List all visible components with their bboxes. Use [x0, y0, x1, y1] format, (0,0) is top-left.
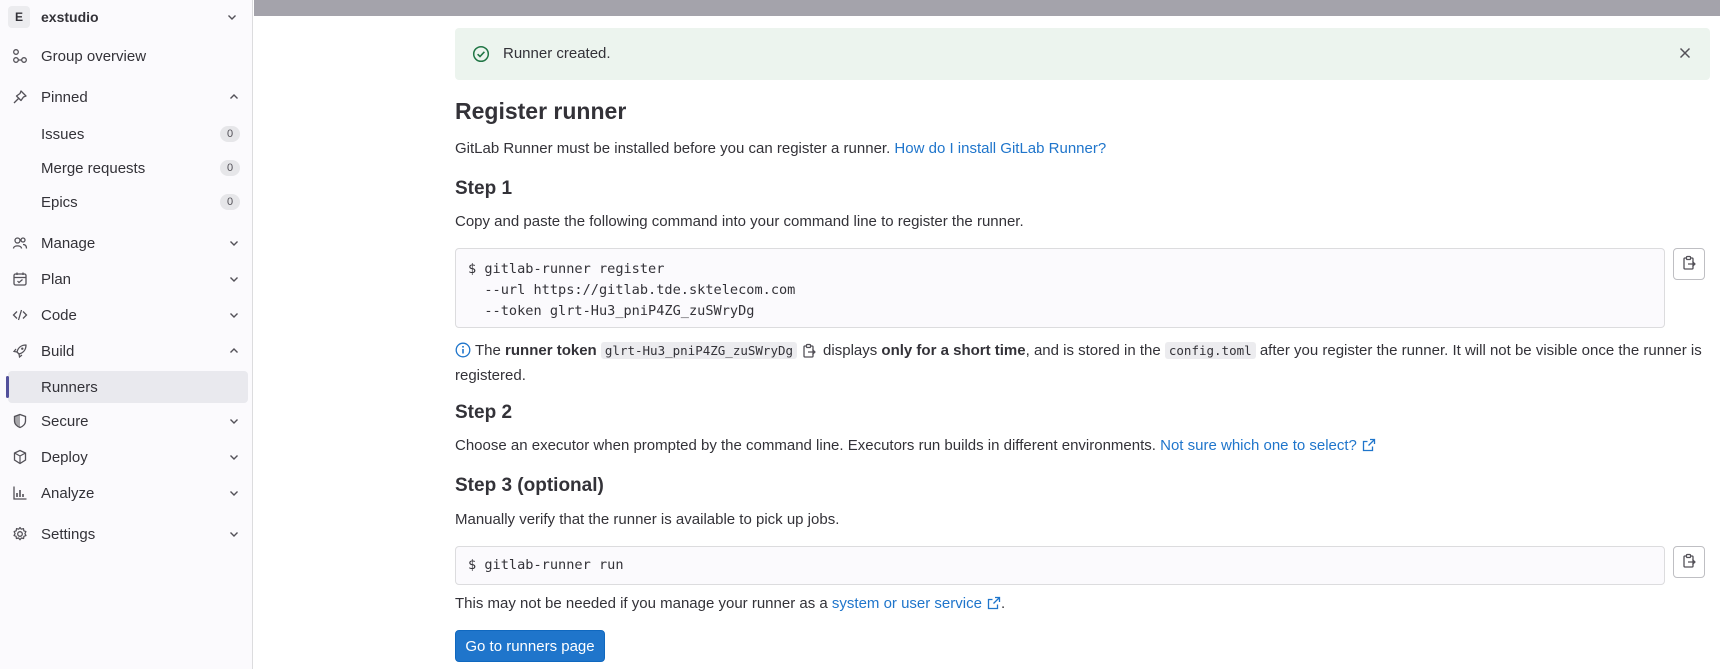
run-command-block[interactable]: $ gitlab-runner run — [455, 546, 1665, 585]
sidebar-item-label: Group overview — [41, 47, 147, 65]
sidebar-item-build[interactable]: Build — [8, 335, 248, 367]
sidebar-item-label: Runners — [41, 378, 98, 396]
sidebar-item-issues[interactable]: Issues 0 — [8, 118, 248, 150]
sidebar-item-analyze[interactable]: Analyze — [8, 477, 248, 509]
copy-icon — [1681, 553, 1697, 572]
group-switcher[interactable]: E exstudio — [8, 4, 246, 30]
sidebar-item-label: Build — [41, 342, 75, 360]
check-circle-icon — [472, 45, 490, 63]
users-icon — [12, 235, 28, 251]
rocket-icon — [12, 343, 28, 359]
external-link-icon — [987, 596, 1001, 610]
chevron-down-icon — [224, 9, 240, 25]
chevron-down-icon — [226, 271, 242, 287]
external-link-icon — [1362, 438, 1376, 452]
sidebar-item-label: Settings — [41, 525, 96, 543]
chart-icon — [12, 485, 28, 501]
sidebar-item-code[interactable]: Code — [8, 299, 248, 331]
executor-help-link[interactable]: Not sure which one to select? — [1160, 437, 1376, 454]
intro-text: GitLab Runner must be installed before y… — [455, 140, 1106, 157]
sidebar-item-epics[interactable]: Epics 0 — [8, 186, 248, 218]
copy-icon — [1681, 255, 1697, 274]
sidebar-item-label: Epics — [41, 193, 78, 211]
info-mid2: , and is stored in the — [1025, 342, 1161, 359]
step2-text: Choose an executor when prompted by the … — [455, 437, 1376, 454]
sidebar-item-label: Deploy — [41, 448, 88, 466]
sidebar-item-secure[interactable]: Secure — [8, 405, 248, 437]
chevron-down-icon — [226, 485, 242, 501]
sidebar-item-runners[interactable]: Runners — [6, 371, 248, 403]
executor-help-link-label: Not sure which one to select? — [1160, 437, 1357, 454]
top-bar — [254, 0, 1720, 16]
gear-icon — [12, 526, 28, 542]
sidebar-item-merge-requests[interactable]: Merge requests 0 — [8, 152, 248, 184]
group-avatar: E — [8, 6, 30, 28]
deploy-icon — [12, 449, 28, 465]
info-prefix: The — [475, 342, 501, 359]
chevron-up-icon — [226, 89, 242, 105]
service-note-prefix: This may not be needed if you manage you… — [455, 595, 828, 612]
copy-command-button[interactable] — [1673, 248, 1705, 280]
sidebar-item-label: Issues — [41, 125, 85, 143]
sidebar-item-label: Manage — [41, 234, 96, 252]
copy-token-icon[interactable] — [801, 342, 817, 358]
group-overview-icon — [12, 48, 28, 64]
count-badge: 0 — [220, 194, 240, 210]
sidebar-item-label: Plan — [41, 270, 72, 288]
calendar-icon — [12, 271, 28, 287]
success-alert: Runner created. — [455, 28, 1710, 80]
sidebar-item-label: Analyze — [41, 484, 95, 502]
chevron-down-icon — [226, 235, 242, 251]
sidebar-item-label: Pinned — [41, 88, 88, 106]
service-link-label: system or user service — [831, 595, 982, 612]
group-name: exstudio — [41, 9, 99, 25]
intro-label: GitLab Runner must be installed before y… — [455, 140, 891, 157]
chevron-up-icon — [226, 343, 242, 359]
code-icon — [12, 307, 28, 323]
count-badge: 0 — [220, 126, 240, 142]
chevron-down-icon — [226, 307, 242, 323]
sidebar-item-label: Merge requests — [41, 159, 146, 177]
step3-text: Manually verify that the runner is avail… — [455, 511, 840, 528]
step1-text: Copy and paste the following command int… — [455, 213, 1024, 230]
sidebar: E exstudio Group overview Pinned Issues … — [0, 0, 253, 669]
runner-token-code: glrt-Hu3_pniP4ZG_zuSWryDg — [600, 342, 798, 359]
install-runner-link[interactable]: How do I install GitLab Runner? — [894, 140, 1106, 157]
copy-run-command-button[interactable] — [1673, 546, 1705, 578]
service-link[interactable]: system or user service — [832, 595, 1001, 612]
go-to-runners-button[interactable]: Go to runners page — [455, 630, 605, 662]
step1-heading: Step 1 — [455, 178, 513, 199]
sidebar-item-settings[interactable]: Settings — [8, 518, 248, 550]
sidebar-item-group-overview[interactable]: Group overview — [8, 40, 248, 72]
shield-icon — [12, 413, 28, 429]
register-command-block[interactable]: $ gitlab-runner register --url https://g… — [455, 248, 1665, 328]
sidebar-item-pinned[interactable]: Pinned — [8, 81, 248, 113]
info-bold-short-time: only for a short time — [881, 342, 1026, 359]
sidebar-item-manage[interactable]: Manage — [8, 227, 248, 259]
close-icon[interactable] — [1676, 44, 1694, 62]
page-title: Register runner — [455, 98, 627, 124]
sidebar-item-label: Code — [41, 306, 77, 324]
token-info: The runner token glrt-Hu3_pniP4ZG_zuSWry… — [455, 338, 1705, 388]
information-icon — [455, 341, 471, 358]
sidebar-item-label: Secure — [41, 412, 89, 430]
step2-label: Choose an executor when prompted by the … — [455, 437, 1156, 454]
alert-message: Runner created. — [503, 45, 611, 62]
chevron-down-icon — [226, 526, 242, 542]
info-mid1: displays — [823, 342, 878, 359]
chevron-down-icon — [226, 449, 242, 465]
service-note-suffix: . — [1000, 595, 1006, 612]
sidebar-item-plan[interactable]: Plan — [8, 263, 248, 295]
count-badge: 0 — [220, 160, 240, 176]
chevron-down-icon — [226, 413, 242, 429]
service-note: This may not be needed if you manage you… — [455, 595, 1005, 612]
sidebar-item-deploy[interactable]: Deploy — [8, 441, 248, 473]
step2-heading: Step 2 — [455, 402, 513, 423]
step3-heading: Step 3 (optional) — [455, 475, 604, 496]
config-file-code: config.toml — [1164, 342, 1256, 359]
pin-icon — [12, 89, 28, 105]
info-bold-runner-token: runner token — [505, 342, 597, 359]
